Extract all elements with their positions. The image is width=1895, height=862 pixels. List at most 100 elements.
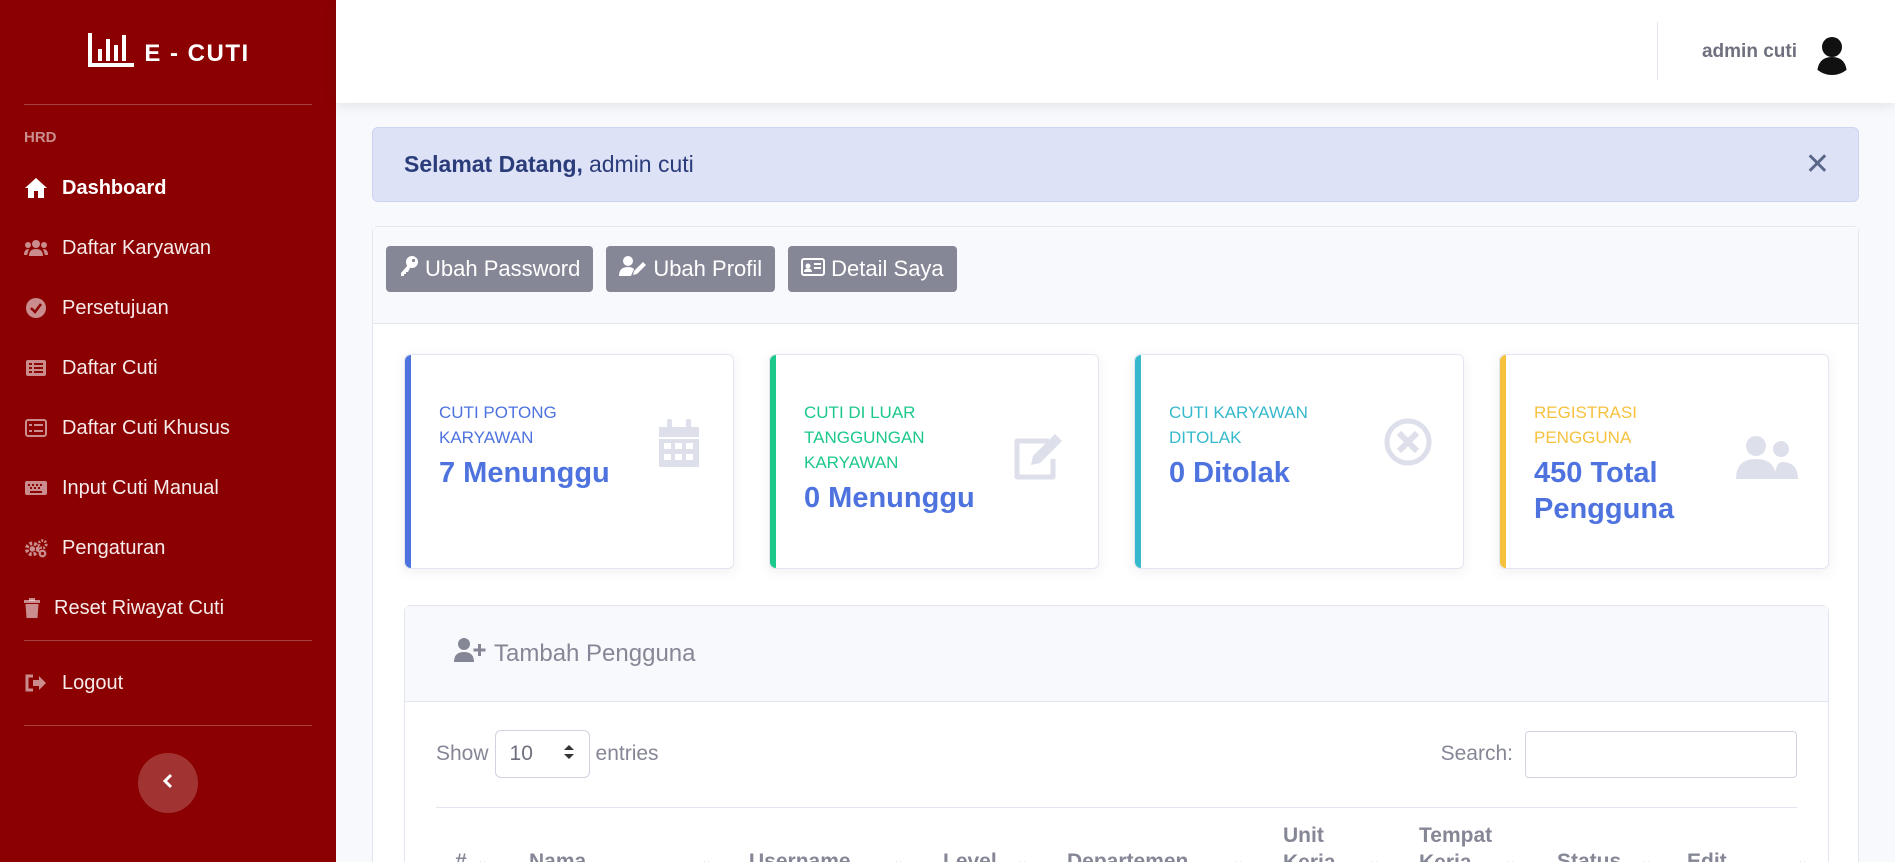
home-icon xyxy=(24,176,48,200)
sidebar-item-label: Persetujuan xyxy=(62,296,169,319)
sidebar: E - CUTI HRD Dashboard Daftar Karyawan P… xyxy=(0,0,336,862)
key-icon xyxy=(399,255,419,283)
stat-card-cuti-luar-tanggungan: CUTI DI LUAR TANGGUNGAN KARYAWAN 0 Menun… xyxy=(769,354,1099,569)
search-label: Search: xyxy=(1440,742,1513,765)
add-user-button[interactable]: Tambah Pengguna xyxy=(405,606,1828,702)
keyboard-icon xyxy=(24,476,48,500)
column-header-username[interactable]: Username xyxy=(749,848,851,862)
cogs-icon xyxy=(24,536,48,560)
entries-value: 10 xyxy=(509,742,533,765)
entries-select[interactable]: 10 xyxy=(494,730,590,778)
stat-value: 0 Ditolak xyxy=(1169,457,1290,489)
panel-title: Tambah Pengguna xyxy=(494,639,696,667)
select-arrows-icon xyxy=(563,742,575,766)
sidebar-item-daftar-cuti[interactable]: Daftar Cuti xyxy=(0,338,336,398)
change-profile-button[interactable]: Ubah Profil xyxy=(606,246,776,292)
sort-icon: ↑↓ xyxy=(1233,856,1244,862)
id-card-icon xyxy=(801,256,826,282)
sidebar-item-label: Pengaturan xyxy=(62,536,166,559)
stat-card-registrasi-pengguna: REGISTRASI PENGGUNA 450 Total Pengguna xyxy=(1499,354,1829,569)
stat-accent-bar xyxy=(770,355,776,568)
edit-icon xyxy=(1011,429,1067,486)
stat-card-cuti-potong: CUTI POTONG KARYAWAN 7 Menunggu xyxy=(404,354,734,569)
stat-label: CUTI DI LUAR TANGGUNGAN KARYAWAN xyxy=(804,403,925,472)
topbar: admin cuti xyxy=(336,0,1895,103)
sidebar-item-pengaturan[interactable]: Pengaturan xyxy=(0,518,336,578)
close-icon[interactable]: ✕ xyxy=(1805,150,1830,180)
trash-icon xyxy=(24,596,40,620)
sidebar-item-label: Dashboard xyxy=(62,176,167,199)
column-header-unit-kerja[interactable]: Unit Kerja xyxy=(1283,822,1343,862)
stat-value: 450 Total Pengguna xyxy=(1534,457,1675,525)
users-panel: Tambah Pengguna Show 10 entries Search: … xyxy=(404,605,1829,862)
sidebar-toggle-button[interactable] xyxy=(138,753,198,813)
entries-label: entries xyxy=(595,742,659,765)
column-header-tempat-kerja[interactable]: Tempat Kerja xyxy=(1419,822,1499,862)
table-top-border xyxy=(436,807,1797,808)
brand[interactable]: E - CUTI xyxy=(0,0,336,104)
avatar xyxy=(1809,29,1855,75)
change-password-button[interactable]: Ubah Password xyxy=(386,246,594,292)
check-circle-icon xyxy=(24,296,48,320)
sort-icon: ↑↓ xyxy=(701,856,712,862)
sidebar-item-label: Daftar Karyawan xyxy=(62,236,211,259)
sort-icon: ↑↓ xyxy=(1017,856,1028,862)
column-header-nama[interactable]: Nama xyxy=(529,848,586,862)
sidebar-item-logout[interactable]: Logout xyxy=(0,641,336,725)
sidebar-item-persetujuan[interactable]: Persetujuan xyxy=(0,278,336,338)
sort-icon: ↑↓ xyxy=(1505,856,1516,862)
show-label: Show xyxy=(436,742,489,765)
times-circle-icon xyxy=(1383,417,1433,472)
my-detail-label: Detail Saya xyxy=(831,256,944,281)
stat-value: 0 Menunggu xyxy=(804,482,975,514)
stat-value: 7 Menunggu xyxy=(439,457,610,489)
sidebar-item-reset-riwayat-cuti[interactable]: Reset Riwayat Cuti xyxy=(0,578,336,638)
table-controls: Show 10 entries Search: xyxy=(436,730,1797,778)
sidebar-item-daftar-cuti-khusus[interactable]: Daftar Cuti Khusus xyxy=(0,398,336,458)
search-control: Search: xyxy=(1441,730,1797,778)
stat-accent-bar xyxy=(405,355,411,568)
column-header-number[interactable]: # xyxy=(455,848,467,862)
brand-name: E - CUTI xyxy=(144,40,250,67)
list-alt-icon xyxy=(24,416,48,440)
sidebar-item-dashboard[interactable]: Dashboard xyxy=(0,158,336,218)
welcome-alert: Selamat Datang, admin cuti ✕ xyxy=(372,127,1859,202)
sidebar-item-label: Daftar Cuti xyxy=(62,356,158,379)
sidebar-item-daftar-karyawan[interactable]: Daftar Karyawan xyxy=(0,218,336,278)
users-icon xyxy=(1736,435,1798,484)
stat-label: CUTI POTONG KARYAWAN xyxy=(439,403,557,447)
topbar-divider xyxy=(1657,22,1658,80)
entries-control: Show 10 entries xyxy=(436,730,659,778)
users-icon xyxy=(24,236,48,260)
column-header-departemen[interactable]: Departemen xyxy=(1067,848,1188,862)
alert-greeting: Selamat Datang, xyxy=(404,151,583,177)
search-input[interactable] xyxy=(1525,730,1797,778)
sort-icon: ↑↓ xyxy=(477,856,488,862)
list-alt-icon xyxy=(24,356,48,380)
sign-out-icon xyxy=(24,671,48,695)
user-plus-icon xyxy=(454,637,486,670)
chevron-left-icon xyxy=(162,773,174,794)
sort-icon: ↑↓ xyxy=(1797,856,1808,862)
main-card: Ubah Password Ubah Profil Detail Saya CU… xyxy=(372,226,1859,862)
column-header-status[interactable]: Status xyxy=(1557,848,1621,862)
sidebar-item-input-cuti-manual[interactable]: Input Cuti Manual xyxy=(0,458,336,518)
stat-accent-bar xyxy=(1500,355,1506,568)
sort-icon: ↑↓ xyxy=(1641,856,1652,862)
user-menu[interactable]: admin cuti xyxy=(1702,29,1855,75)
sidebar-item-label: Input Cuti Manual xyxy=(62,476,219,499)
stat-label: CUTI KARYAWAN DITOLAK xyxy=(1169,403,1308,447)
sidebar-item-label: Daftar Cuti Khusus xyxy=(62,416,230,439)
change-password-label: Ubah Password xyxy=(425,256,581,281)
sidebar-divider xyxy=(24,725,312,726)
column-header-level[interactable]: Level xyxy=(943,848,997,862)
my-detail-button[interactable]: Detail Saya xyxy=(788,246,957,292)
sidebar-heading: HRD xyxy=(24,129,57,146)
stat-label: REGISTRASI PENGGUNA xyxy=(1534,403,1637,447)
stat-accent-bar xyxy=(1135,355,1141,568)
column-header-edit[interactable]: Edit xyxy=(1687,848,1727,862)
sort-icon: ↑↓ xyxy=(1369,856,1380,862)
action-bar: Ubah Password Ubah Profil Detail Saya xyxy=(373,227,1858,324)
chart-bar-icon xyxy=(86,31,136,74)
user-name: admin cuti xyxy=(1701,41,1797,62)
